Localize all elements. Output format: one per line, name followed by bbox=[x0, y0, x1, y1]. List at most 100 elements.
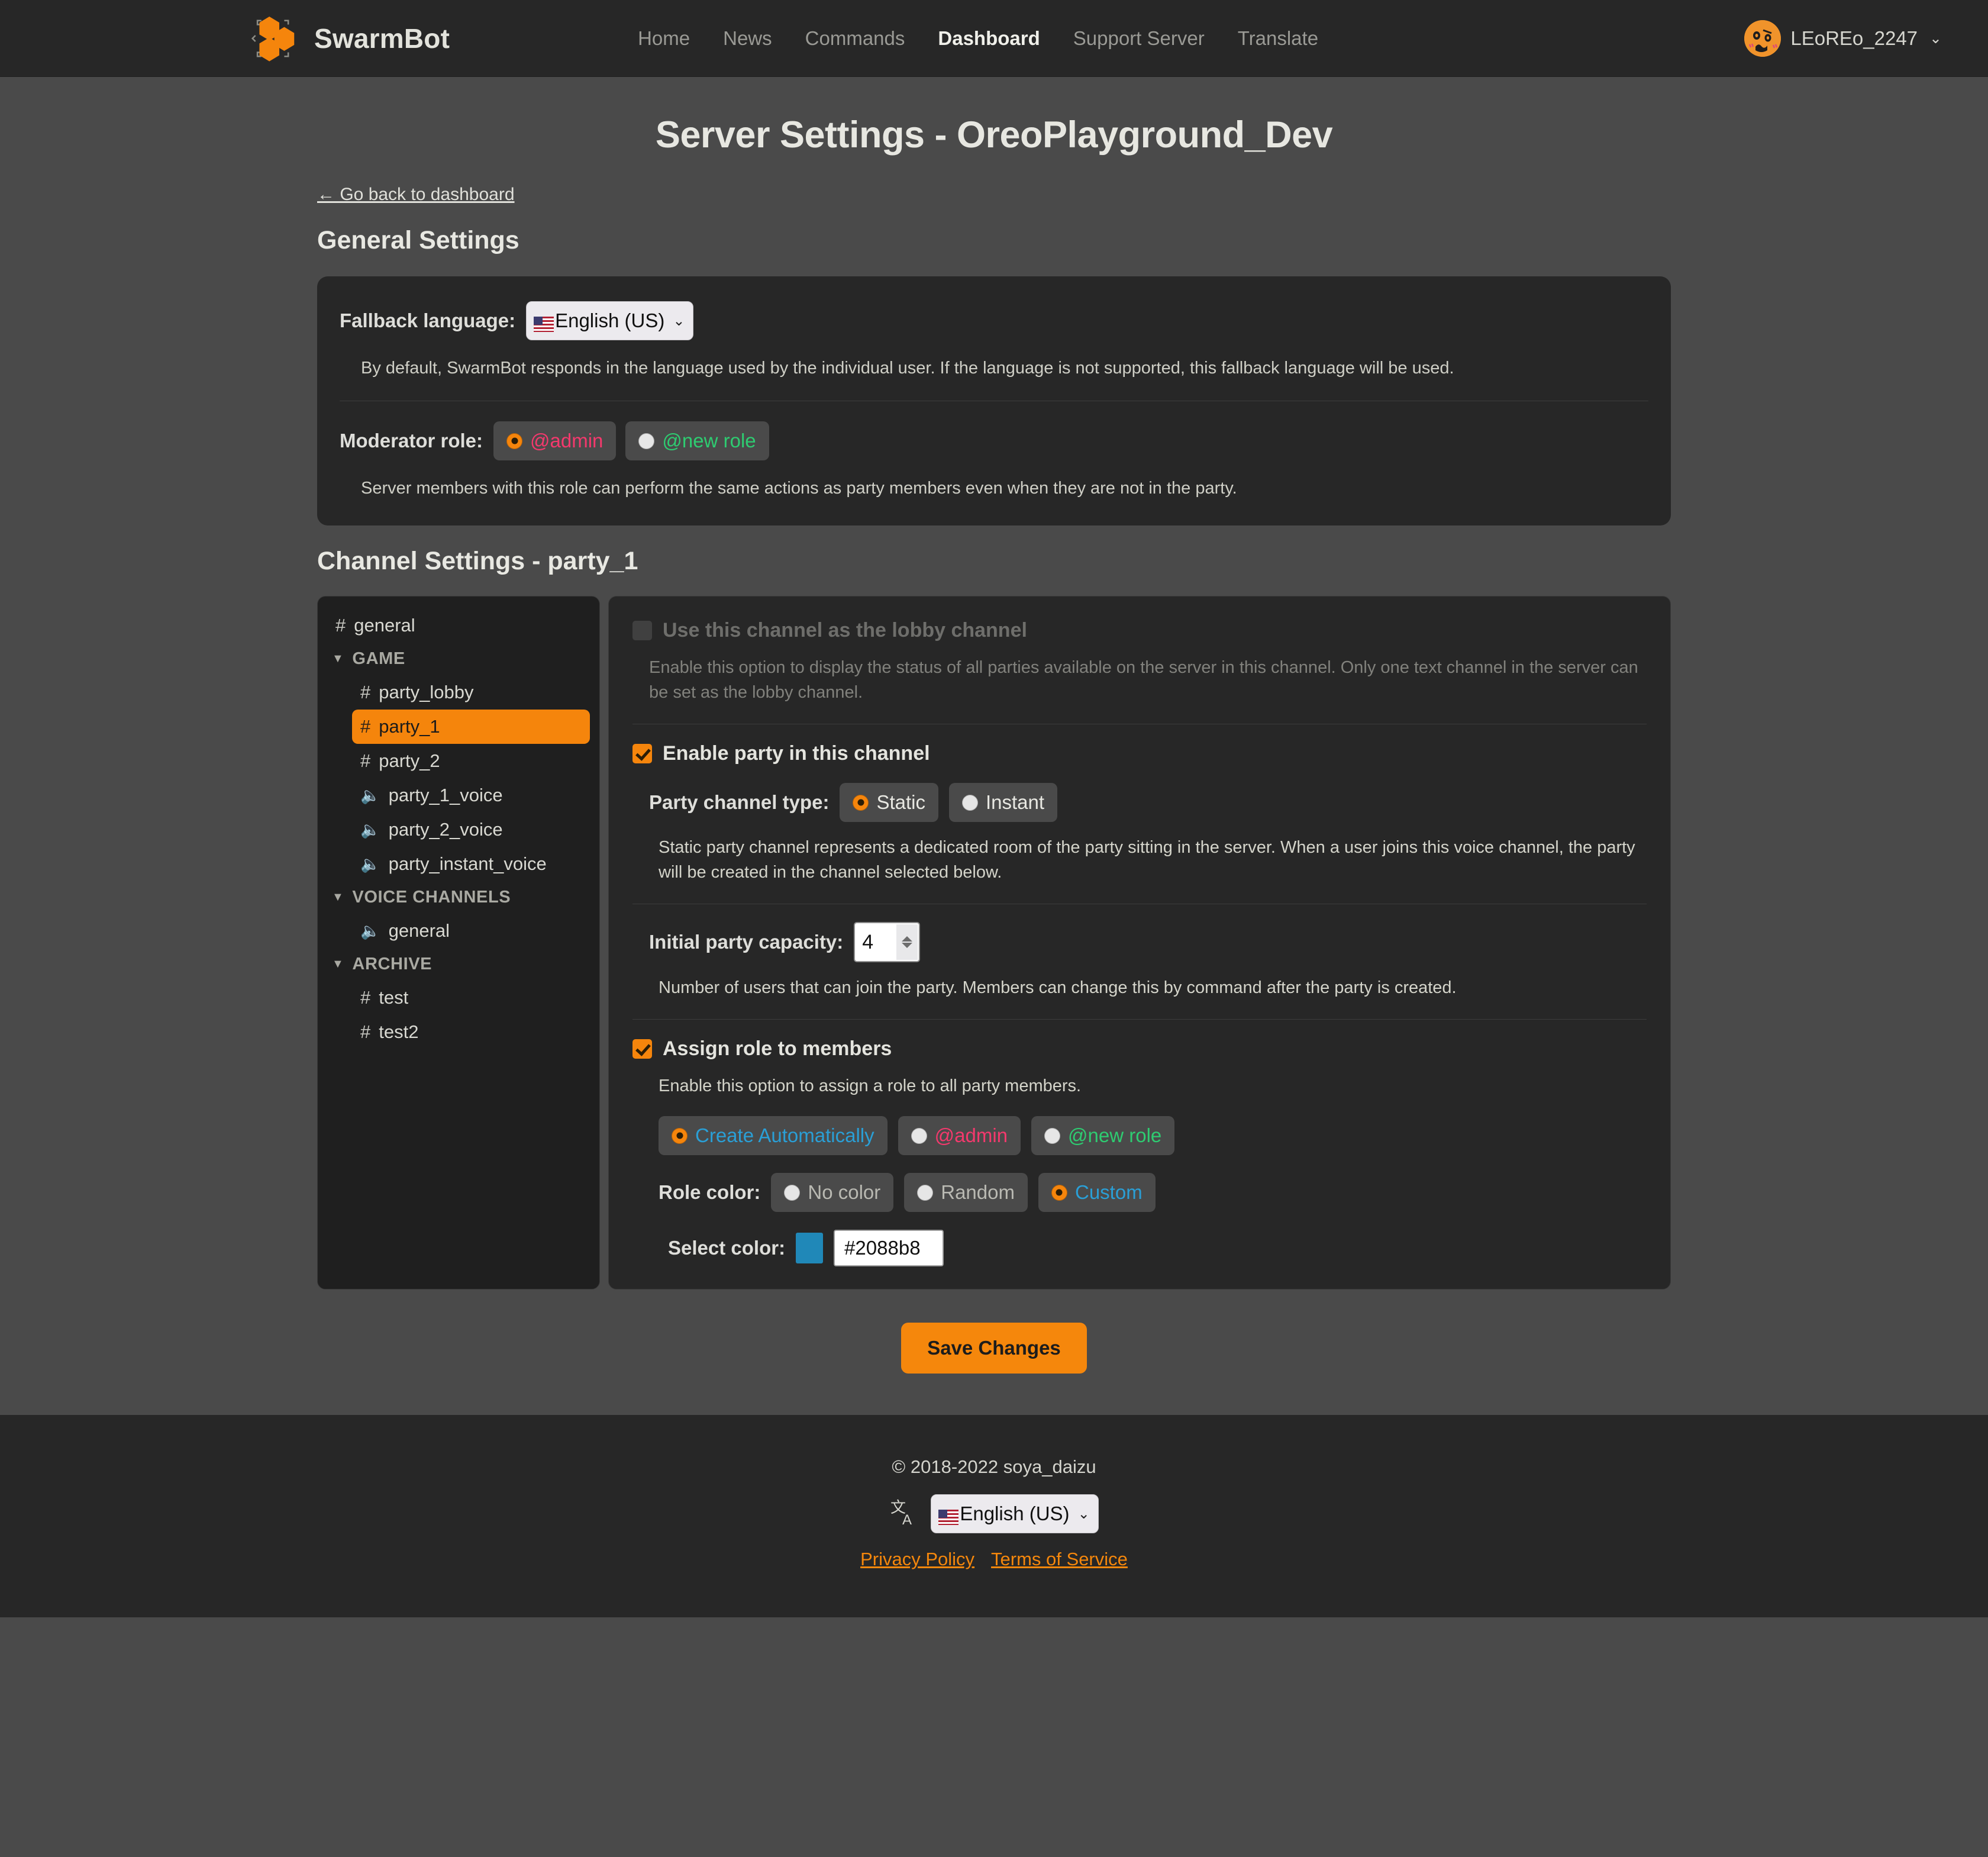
speaker-icon: 🔈 bbox=[360, 786, 380, 805]
save-changes-button[interactable]: Save Changes bbox=[901, 1323, 1087, 1374]
initial-party-capacity-help: Number of users that can join the party.… bbox=[659, 978, 1457, 998]
role-color-option-random[interactable]: Random bbox=[904, 1173, 1028, 1213]
party-channel-type-help: Static party channel represents a dedica… bbox=[659, 838, 1635, 882]
radio-icon bbox=[506, 433, 523, 449]
channel-category-label: VOICE CHANNELS bbox=[352, 888, 511, 907]
assign-role-option-create-automatically-label: Create Automatically bbox=[695, 1124, 874, 1147]
chevron-down-icon: ⌄ bbox=[673, 312, 685, 329]
moderator-role-option-admin[interactable]: @admin bbox=[493, 421, 617, 461]
channel-item-general[interactable]: # general bbox=[327, 608, 590, 643]
footer: © 2018-2022 soya_daizu 文 A English (US) … bbox=[0, 1415, 1988, 1618]
hash-icon: # bbox=[360, 1021, 371, 1043]
user-menu[interactable]: LEoREo_2247 ⌄ bbox=[1744, 20, 1942, 57]
channel-item-party-lobby[interactable]: # party_lobby bbox=[352, 675, 590, 710]
assign-role-options-row: Create Automatically @admin @new role bbox=[632, 1116, 1647, 1156]
party-type-option-static[interactable]: Static bbox=[840, 783, 938, 823]
channel-item-voice-general[interactable]: 🔈 general bbox=[352, 914, 590, 948]
terms-of-service-link[interactable]: Terms of Service bbox=[991, 1549, 1128, 1570]
us-flag-icon bbox=[938, 1507, 959, 1526]
channel-item-label: party_1_voice bbox=[388, 785, 503, 806]
hash-icon: # bbox=[335, 615, 346, 636]
speaker-icon: 🔈 bbox=[360, 922, 380, 940]
radio-icon bbox=[917, 1184, 934, 1201]
chevron-down-icon: ⌄ bbox=[1077, 1505, 1090, 1522]
radio-icon bbox=[672, 1127, 688, 1144]
back-to-dashboard-link[interactable]: ← Go back to dashboard bbox=[317, 185, 515, 205]
assign-role-label: Assign role to members bbox=[663, 1037, 892, 1060]
nav-link-news[interactable]: News bbox=[706, 21, 789, 56]
channel-settings-wrap: # general ▼ GAME # party_lobby # party_1… bbox=[317, 596, 1671, 1290]
channel-category-archive[interactable]: ▼ ARCHIVE bbox=[327, 948, 590, 981]
checkbox-icon[interactable] bbox=[632, 1039, 652, 1059]
nav-link-support-server[interactable]: Support Server bbox=[1057, 21, 1221, 56]
party-type-option-instant[interactable]: Instant bbox=[948, 783, 1058, 823]
svg-text:A: A bbox=[902, 1512, 912, 1528]
divider bbox=[632, 1019, 1647, 1020]
brand[interactable]: SwarmBot bbox=[251, 14, 450, 63]
footer-language-select[interactable]: English (US) ⌄ bbox=[931, 1494, 1099, 1534]
channel-item-label: general bbox=[354, 615, 415, 636]
channel-category-voice-channels[interactable]: ▼ VOICE CHANNELS bbox=[327, 881, 590, 914]
assign-role-checkbox-row[interactable]: Assign role to members bbox=[632, 1037, 1647, 1060]
party-channel-type-label: Party channel type: bbox=[649, 791, 830, 814]
assign-role-option-new-role[interactable]: @new role bbox=[1031, 1116, 1175, 1156]
channel-item-party-instant-voice[interactable]: 🔈 party_instant_voice bbox=[352, 847, 590, 881]
role-color-option-no-color[interactable]: No color bbox=[771, 1173, 894, 1213]
channel-item-label: party_instant_voice bbox=[388, 853, 547, 875]
initial-party-capacity-value: 4 bbox=[862, 930, 874, 953]
moderator-role-option-new-role[interactable]: @new role bbox=[625, 421, 769, 461]
role-color-option-custom-label: Custom bbox=[1074, 1181, 1143, 1204]
color-hex-input[interactable]: #2088b8 bbox=[834, 1230, 944, 1267]
radio-icon bbox=[1051, 1184, 1067, 1201]
channel-item-label: test2 bbox=[379, 1021, 419, 1043]
general-settings-card: Fallback language: English (US) ⌄ By def… bbox=[317, 276, 1671, 526]
lobby-channel-checkbox-row[interactable]: Use this channel as the lobby channel bbox=[632, 619, 1647, 642]
number-stepper[interactable] bbox=[896, 924, 918, 960]
moderator-role-option-new-role-label: @new role bbox=[662, 430, 756, 452]
initial-party-capacity-row: Initial party capacity: 4 bbox=[632, 922, 1647, 963]
channel-item-party-1-voice[interactable]: 🔈 party_1_voice bbox=[352, 778, 590, 813]
channel-item-label: test bbox=[379, 987, 409, 1008]
assign-role-option-admin[interactable]: @admin bbox=[898, 1116, 1021, 1156]
stepper-down-icon[interactable] bbox=[902, 943, 913, 949]
initial-party-capacity-label: Initial party capacity: bbox=[649, 931, 844, 953]
privacy-policy-link[interactable]: Privacy Policy bbox=[860, 1549, 974, 1570]
channel-category-game[interactable]: ▼ GAME bbox=[327, 643, 590, 675]
channel-item-party-1[interactable]: # party_1 bbox=[352, 710, 590, 744]
checkbox-icon[interactable] bbox=[632, 744, 652, 764]
channel-item-test[interactable]: # test bbox=[352, 981, 590, 1015]
color-swatch[interactable] bbox=[796, 1233, 824, 1264]
channel-item-label: general bbox=[388, 920, 450, 942]
role-color-option-random-label: Random bbox=[941, 1181, 1015, 1204]
initial-party-capacity-input[interactable]: 4 bbox=[854, 922, 921, 963]
assign-role-help: Enable this option to assign a role to a… bbox=[659, 1076, 1082, 1096]
channel-item-label: party_1 bbox=[379, 716, 440, 737]
channel-category-label: GAME bbox=[352, 649, 405, 669]
chevron-down-icon[interactable]: ⌄ bbox=[1929, 30, 1942, 47]
role-color-option-custom[interactable]: Custom bbox=[1038, 1173, 1156, 1213]
checkbox-icon[interactable] bbox=[632, 621, 652, 641]
stepper-up-icon[interactable] bbox=[902, 936, 913, 942]
party-channel-type-row: Party channel type: Static Instant bbox=[632, 783, 1647, 823]
chevron-down-icon: ▼ bbox=[332, 652, 344, 666]
nav-link-home[interactable]: Home bbox=[621, 21, 706, 56]
channel-item-label: party_2 bbox=[379, 750, 440, 772]
moderator-role-option-admin-label: @admin bbox=[530, 430, 604, 452]
nav-link-commands[interactable]: Commands bbox=[789, 21, 922, 56]
channel-item-label: party_2_voice bbox=[388, 819, 503, 840]
nav-link-translate[interactable]: Translate bbox=[1221, 21, 1335, 56]
nav-link-dashboard[interactable]: Dashboard bbox=[921, 21, 1056, 56]
assign-role-option-create-automatically[interactable]: Create Automatically bbox=[659, 1116, 888, 1156]
role-color-row: Role color: No color Random Custom bbox=[632, 1173, 1647, 1213]
fallback-language-select[interactable]: English (US) ⌄ bbox=[526, 301, 694, 340]
moderator-role-help: Server members with this role can perfor… bbox=[361, 479, 1237, 498]
hash-icon: # bbox=[360, 716, 371, 737]
channel-item-party-2[interactable]: # party_2 bbox=[352, 744, 590, 778]
save-changes-wrap: Save Changes bbox=[317, 1323, 1671, 1374]
fallback-language-label: Fallback language: bbox=[340, 310, 516, 331]
enable-party-checkbox-row[interactable]: Enable party in this channel bbox=[632, 742, 1647, 765]
channel-item-party-2-voice[interactable]: 🔈 party_2_voice bbox=[352, 813, 590, 847]
channel-item-test2[interactable]: # test2 bbox=[352, 1015, 590, 1049]
user-name: LEoREo_2247 bbox=[1790, 27, 1918, 49]
radio-icon bbox=[853, 794, 869, 811]
